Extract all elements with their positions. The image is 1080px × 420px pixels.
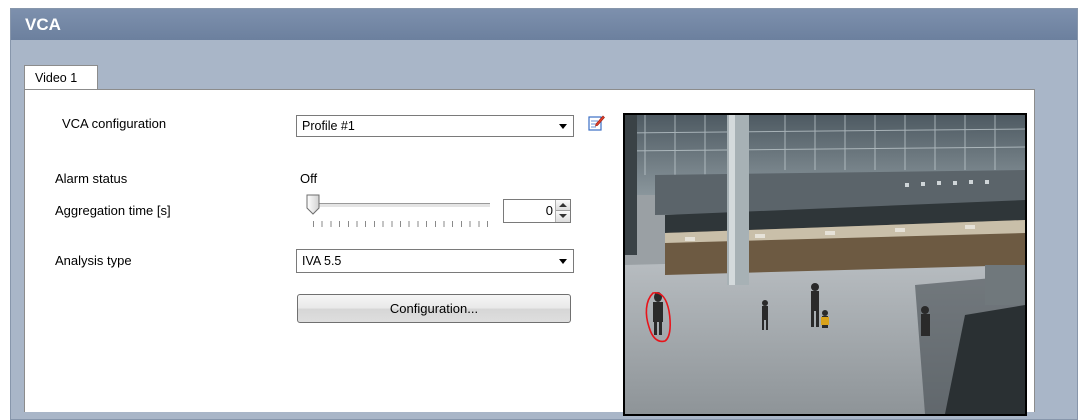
tab-video-1[interactable]: Video 1 xyxy=(24,65,98,90)
aggregation-time-slider-track[interactable] xyxy=(314,203,490,208)
spin-up-icon[interactable] xyxy=(556,200,570,211)
alarm-status-label: Alarm status xyxy=(55,171,128,186)
stepper-buttons xyxy=(555,200,570,222)
page-title: VCA xyxy=(11,9,1077,40)
aggregation-time-slider-thumb[interactable] xyxy=(306,194,320,215)
edit-profile-icon[interactable] xyxy=(588,114,605,131)
chevron-down-icon xyxy=(559,259,567,264)
analysis-type-value: IVA 5.5 xyxy=(302,254,342,268)
aggregation-time-value: 0 xyxy=(545,203,553,218)
analysis-type-label: Analysis type xyxy=(55,253,132,268)
video-preview xyxy=(623,113,1027,416)
aggregation-time-label: Aggregation time [s] xyxy=(55,203,171,218)
video-scene xyxy=(625,115,1025,414)
alarm-status-value: Off xyxy=(300,171,318,186)
configuration-button[interactable]: Configuration... xyxy=(297,294,571,323)
aggregation-time-stepper[interactable]: 0 xyxy=(503,199,571,223)
analysis-type-select[interactable]: IVA 5.5 xyxy=(296,249,574,273)
vca-configuration-label: VCA configuration xyxy=(62,116,167,131)
chevron-down-icon xyxy=(559,124,567,129)
vca-configuration-value: Profile #1 xyxy=(302,119,355,133)
spin-down-icon[interactable] xyxy=(556,211,570,222)
vca-configuration-select[interactable]: Profile #1 xyxy=(296,115,574,137)
aggregation-time-slider-ticks xyxy=(313,221,489,227)
